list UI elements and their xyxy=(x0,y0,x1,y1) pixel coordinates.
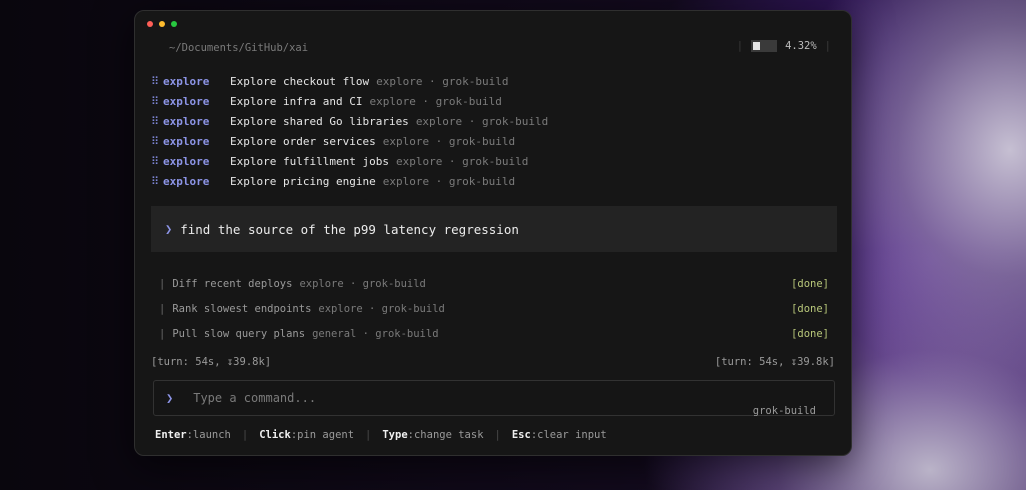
drag-handle-icon[interactable]: ⠿ xyxy=(151,115,163,128)
working-directory-path: ~/Documents/GitHub/xai xyxy=(169,42,309,54)
agent-type: explore xyxy=(163,154,210,168)
drag-handle-icon[interactable]: ⠿ xyxy=(151,135,163,148)
agent-meta: explore · grok-build xyxy=(369,94,502,108)
drag-handle-icon[interactable]: ⠿ xyxy=(151,175,163,188)
hint-esc: Esc:clear input xyxy=(512,429,607,441)
agent-meta: explore · grok-build xyxy=(395,154,529,168)
minimize-window-button[interactable] xyxy=(159,21,165,27)
agent-type: explore xyxy=(163,134,210,148)
agent-task: Explore checkout flow xyxy=(230,74,370,88)
subtask-row[interactable]: | Pull slow query plans general · grok-b… xyxy=(159,321,829,346)
hint-type: Type:change task xyxy=(382,429,483,441)
usage-meter xyxy=(751,40,778,52)
subtask-row[interactable]: | Rank slowest endpoints explore · grok-… xyxy=(159,296,829,321)
agent-type: explore xyxy=(163,74,210,88)
terminal-window: ~/Documents/GitHub/xai | 4.32% | ⠿ explo… xyxy=(134,10,852,456)
hint-key: Click xyxy=(259,429,291,441)
usage-percent: 4.32% xyxy=(785,40,817,52)
hint-separator: | xyxy=(494,429,501,441)
usage-separator: | xyxy=(736,40,744,52)
hint-click: Click:pin agent xyxy=(259,429,354,441)
drag-handle-icon[interactable]: ⠿ xyxy=(151,95,163,108)
usage-meter-fill xyxy=(753,42,761,50)
hint-separator: | xyxy=(365,429,372,441)
subtask-list: | Diff recent deploys explore · grok-bui… xyxy=(159,271,829,346)
agent-row[interactable]: ⠿ explore Explore pricing engine explore… xyxy=(151,171,548,191)
agent-row[interactable]: ⠿ explore Explore order services explore… xyxy=(151,131,548,151)
hint-separator: | xyxy=(241,429,249,441)
agent-task: Explore shared Go libraries xyxy=(230,114,409,128)
turn-stats-left: [turn: 54s, ↧39.8k] xyxy=(151,356,272,368)
prompt-chevron-icon: ❯ xyxy=(165,222,173,236)
context-usage: | 4.32% | xyxy=(737,40,831,52)
agent-type: explore xyxy=(163,174,210,188)
prompt-text: find the source of the p99 latency regre… xyxy=(180,221,519,237)
subtask-task: Diff recent deploys xyxy=(172,277,293,290)
hint-desc: :pin agent xyxy=(290,429,355,441)
agent-type: explore xyxy=(163,94,210,108)
model-label: grok-build xyxy=(752,405,816,417)
command-input[interactable] xyxy=(193,391,594,405)
subtask-status: [done] xyxy=(791,302,829,315)
agent-type: explore xyxy=(163,114,210,128)
agent-task: Explore pricing engine xyxy=(230,174,376,188)
command-input-box[interactable]: ❯ grok-build xyxy=(153,380,835,417)
agent-meta: explore · grok-build xyxy=(415,114,549,128)
subtask-status: [done] xyxy=(791,327,829,340)
subtask-task: Rank slowest endpoints xyxy=(172,302,312,315)
subtask-meta: general · grok-build xyxy=(312,327,439,340)
window-controls xyxy=(147,21,177,27)
close-window-button[interactable] xyxy=(147,21,153,27)
submitted-prompt: ❯ find the source of the p99 latency reg… xyxy=(151,206,837,252)
hint-enter: Enter:launch xyxy=(155,429,231,441)
agent-list: ⠿ explore Explore checkout flow explore … xyxy=(151,71,548,191)
subtask-marker: | xyxy=(159,327,166,340)
subtask-task: Pull slow query plans xyxy=(172,327,306,340)
hint-desc: :clear input xyxy=(530,429,607,441)
drag-handle-icon[interactable]: ⠿ xyxy=(151,155,163,168)
agent-row[interactable]: ⠿ explore Explore infra and CI explore ·… xyxy=(151,91,548,111)
subtask-status: [done] xyxy=(791,277,829,290)
subtask-row[interactable]: | Diff recent deploys explore · grok-bui… xyxy=(159,271,829,296)
hint-key: Type xyxy=(382,429,408,441)
subtask-marker: | xyxy=(159,302,166,315)
agent-task: Explore infra and CI xyxy=(230,94,363,108)
drag-handle-icon[interactable]: ⠿ xyxy=(151,75,163,88)
maximize-window-button[interactable] xyxy=(171,21,177,27)
agent-meta: explore · grok-build xyxy=(382,134,516,148)
subtask-meta: explore · grok-build xyxy=(318,302,445,315)
input-chevron-icon: ❯ xyxy=(166,391,174,405)
agent-task: Explore order services xyxy=(230,134,376,148)
agent-row[interactable]: ⠿ explore Explore fulfillment jobs explo… xyxy=(151,151,548,171)
agent-row[interactable]: ⠿ explore Explore checkout flow explore … xyxy=(151,71,548,91)
hint-desc: :change task xyxy=(407,429,484,441)
usage-separator: | xyxy=(824,40,831,52)
hint-key: Esc xyxy=(511,429,531,441)
agent-row[interactable]: ⠿ explore Explore shared Go libraries ex… xyxy=(151,111,548,131)
turn-stats-right: [turn: 54s, ↧39.8k] xyxy=(714,356,835,368)
hint-key: Enter xyxy=(155,429,187,441)
subtask-meta: explore · grok-build xyxy=(299,277,426,290)
agent-meta: explore · grok-build xyxy=(376,74,509,88)
agent-task: Explore fulfillment jobs xyxy=(230,154,389,168)
agent-meta: explore · grok-build xyxy=(382,174,516,188)
subtask-marker: | xyxy=(159,277,166,290)
hint-desc: :launch xyxy=(186,429,231,441)
keyboard-hints: Enter:launch | Click:pin agent | Type:ch… xyxy=(155,429,607,441)
